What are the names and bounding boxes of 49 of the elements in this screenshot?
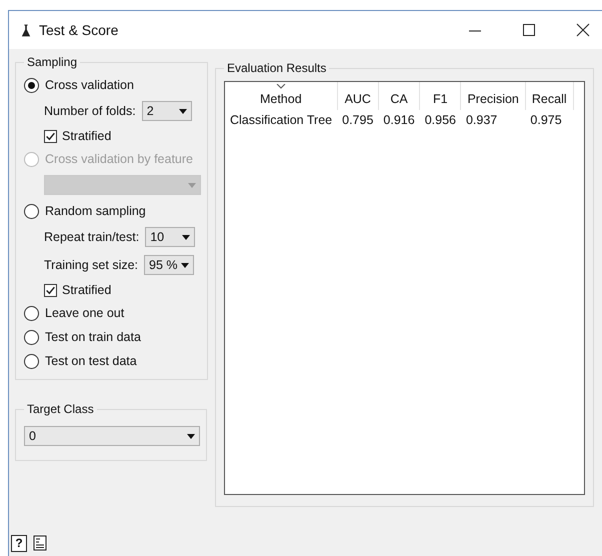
group-title: Evaluation Results <box>226 61 328 75</box>
caret-icon <box>188 182 196 188</box>
caret-icon <box>181 262 190 268</box>
column-header[interactable]: AUC <box>337 82 378 110</box>
field-label: Training set size: <box>44 258 138 272</box>
radio-button[interactable] <box>24 306 39 320</box>
column-header[interactable]: Method <box>225 82 338 110</box>
field-label: Repeat train/test: <box>44 230 140 244</box>
radio-button[interactable] <box>24 330 39 344</box>
caret-icon <box>187 434 195 438</box>
radio-label: Test on train data <box>45 330 141 344</box>
table-cell: 0.916 <box>378 110 420 130</box>
radio-label: Cross validation by feature <box>45 152 193 166</box>
column-header[interactable]: CA <box>378 82 420 110</box>
table-cell: 0.975 <box>525 110 574 130</box>
radio-label: Test on test data <box>45 354 137 368</box>
sort-indicator-icon <box>276 84 286 89</box>
radio-label: Random sampling <box>45 204 146 218</box>
close-icon[interactable] <box>576 23 590 37</box>
table-cell: 0.937 <box>460 110 526 130</box>
radio-button[interactable] <box>24 78 39 92</box>
group-title: Target Class <box>26 402 95 416</box>
maximize-icon[interactable] <box>522 23 536 37</box>
window-title: Test & Score <box>39 22 118 38</box>
radio-button[interactable] <box>24 204 39 218</box>
radio-label: Leave one out <box>45 306 124 320</box>
table-cell: 0.795 <box>337 110 378 130</box>
flask-icon <box>21 22 31 38</box>
column-header[interactable]: F1 <box>420 82 461 110</box>
checkbox-label: Stratified <box>62 283 112 297</box>
radio-label: Cross validation <box>45 78 134 92</box>
caret-icon <box>182 234 190 240</box>
checkbox-label: Stratified <box>62 129 112 143</box>
dropdown[interactable]: 10 <box>145 227 196 247</box>
checkbox[interactable] <box>44 130 57 142</box>
checkbox[interactable] <box>44 284 57 296</box>
table-cell: Classification Tree <box>225 110 338 130</box>
dropdown[interactable]: 2 <box>142 101 192 121</box>
help-button[interactable]: ? <box>11 534 27 552</box>
column-header[interactable]: Precision <box>460 82 526 110</box>
radio-button[interactable] <box>24 354 39 368</box>
table-cell: 0.956 <box>420 110 461 130</box>
field-label: Number of folds: <box>44 104 136 118</box>
dropdown[interactable]: 95 % <box>144 255 194 275</box>
target-class-dropdown[interactable]: 0 <box>24 426 200 446</box>
report-icon[interactable] <box>33 535 47 551</box>
column-header[interactable]: Recall <box>525 82 574 110</box>
caret-icon <box>178 108 187 114</box>
group-title: Sampling <box>26 55 78 69</box>
